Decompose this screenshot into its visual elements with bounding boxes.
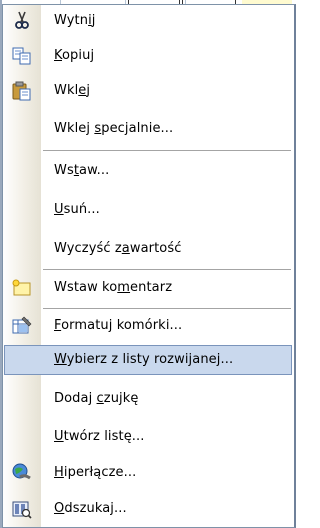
menu-item-paste-special[interactable]: Wklej specjalnie... <box>4 114 292 144</box>
menu-item-paste[interactable]: Wklej <box>4 76 292 106</box>
menu-item-create-list[interactable]: Utwórz listę... <box>4 422 292 452</box>
menu-item-format-cells[interactable]: Formatuj komórki... <box>4 311 292 341</box>
menu-item-label: Wstaw komentarz <box>54 280 173 295</box>
menu-item-label: Wklej <box>54 83 91 98</box>
menu-item-label: Hiperłącze... <box>54 465 137 480</box>
accelerator-key: m <box>117 280 131 295</box>
menu-item-label: Wklej specjalnie... <box>54 121 174 136</box>
accelerator-key: i <box>88 13 92 28</box>
menu-item-label: Kopiuj <box>54 48 95 63</box>
menu-item-label: Wstaw... <box>54 163 110 178</box>
paste-icon <box>11 81 33 101</box>
menu-separator <box>43 308 291 309</box>
menu-item-copy[interactable]: Kopiuj <box>4 41 292 71</box>
menu-item-label: Wytnij <box>54 13 96 28</box>
format-cells-icon <box>11 316 33 336</box>
accelerator-key: e <box>78 83 87 98</box>
copy-icon <box>11 46 33 66</box>
menu-item-label: Usuń... <box>54 202 100 217</box>
accelerator-key: t <box>73 163 80 178</box>
menu-item-clear-contents[interactable]: Wyczyść zawartość <box>4 234 292 264</box>
accelerator-key: K <box>54 48 62 63</box>
research-icon <box>11 499 33 519</box>
menu-item-cut[interactable]: Wytnij <box>4 6 292 36</box>
menu-item-pick-from-list[interactable]: Wybierz z listy rozwijanej... <box>4 345 292 375</box>
menu-item-label: Odszukaj... <box>54 501 127 516</box>
menu-item-hyperlink[interactable]: Hiperłącze... <box>4 458 292 488</box>
accelerator-key: s <box>94 121 102 136</box>
menu-item-label: Formatuj komórki... <box>54 318 183 333</box>
menu-item-add-watch[interactable]: Dodaj czujkę <box>4 384 292 414</box>
accelerator-key: F <box>54 318 62 333</box>
accelerator-key: U <box>54 202 64 217</box>
context-menu: Wytnij Kopiuj Wklej Wklej specjalnie... <box>2 4 296 528</box>
menu-item-label: Utwórz listę... <box>54 429 145 444</box>
menu-item-label: Wyczyść zawartość <box>54 241 182 256</box>
accelerator-key: H <box>54 465 64 480</box>
scissors-icon <box>11 11 33 31</box>
menu-separator <box>43 150 291 151</box>
accelerator-key: c <box>96 391 104 406</box>
menu-item-insert-comment[interactable]: Wstaw komentarz <box>4 273 292 303</box>
menu-separator <box>43 269 291 270</box>
accelerator-key: U <box>54 429 64 444</box>
hyperlink-icon <box>11 463 33 483</box>
comment-icon <box>11 278 33 298</box>
menu-item-label: Dodaj czujkę <box>54 391 139 406</box>
menu-item-research[interactable]: Odszukaj... <box>4 494 292 524</box>
accelerator-key: O <box>54 501 65 516</box>
accelerator-key: W <box>54 352 67 367</box>
menu-item-delete[interactable]: Usuń... <box>4 195 292 225</box>
accelerator-key: a <box>121 241 130 256</box>
menu-item-label: Wybierz z listy rozwijanej... <box>54 352 234 367</box>
menu-item-insert[interactable]: Wstaw... <box>4 156 292 186</box>
